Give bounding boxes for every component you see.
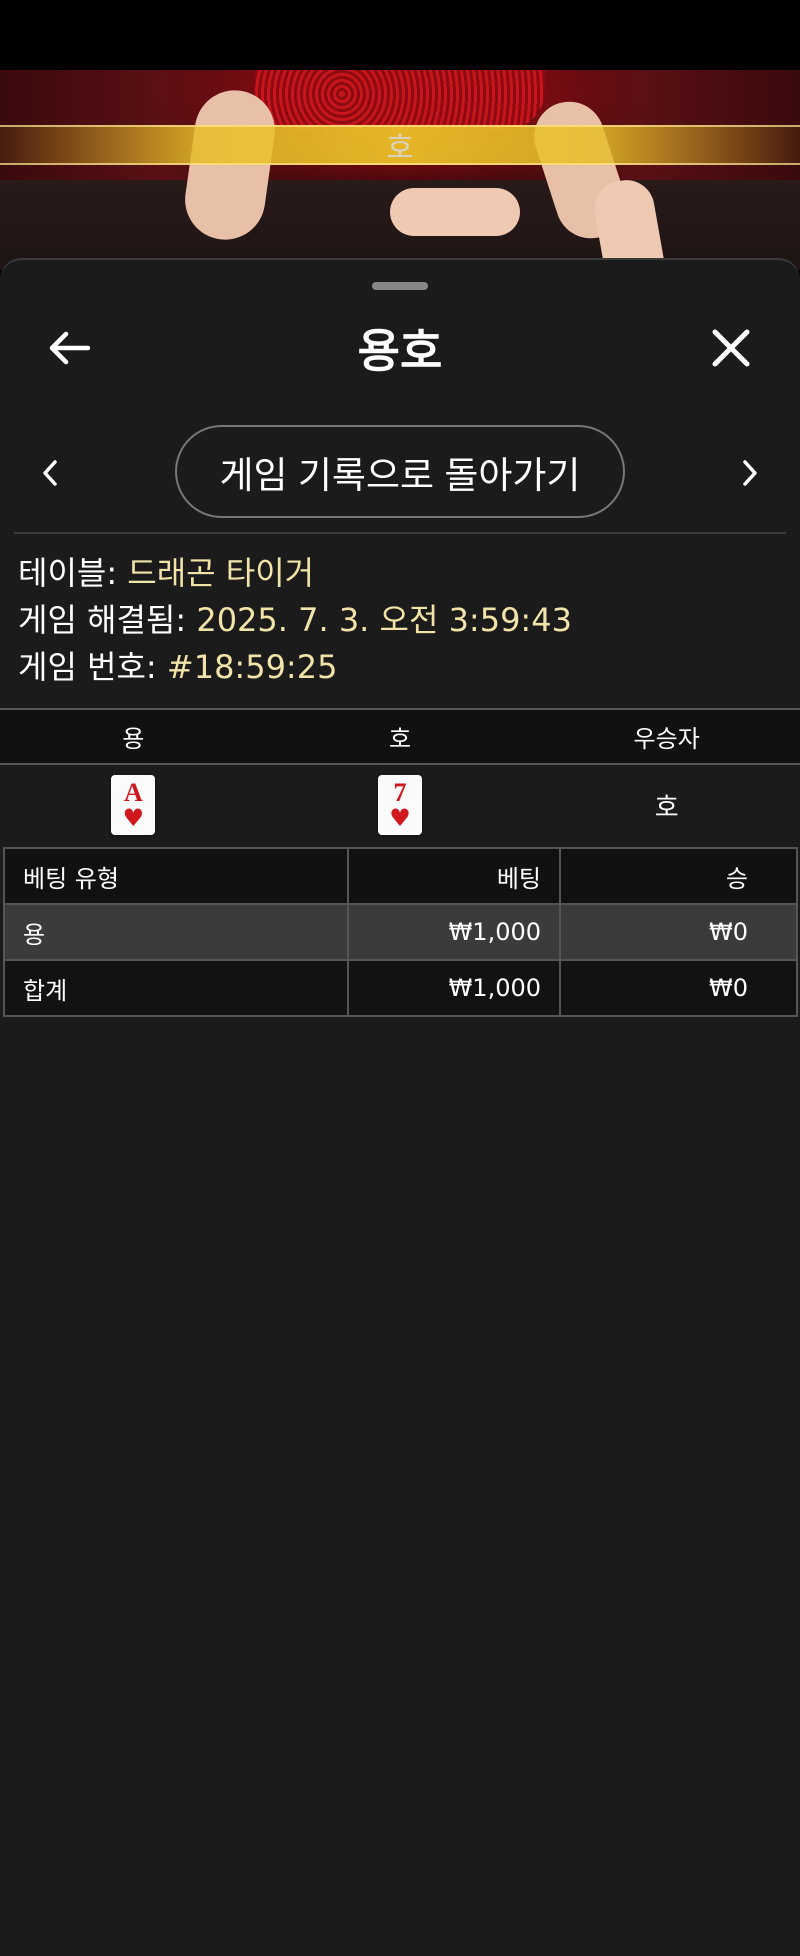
winner-column-header: 우승자: [633, 725, 700, 753]
bet-amount-header: 베팅: [347, 847, 561, 905]
next-game-button[interactable]: [730, 453, 770, 493]
winner-cell: 호: [533, 765, 800, 845]
close-button[interactable]: [706, 323, 756, 373]
bet-table: 베팅 유형 베팅 승 용 ₩1,000 ₩0 합계 ₩1,000 ₩0: [3, 847, 798, 1017]
total-label-cell: 합계: [3, 959, 349, 1017]
total-row: 합계 ₩1,000 ₩0: [3, 959, 798, 1017]
table-row: 용 ₩1,000 ₩0: [3, 903, 798, 961]
game-history-sheet: 용호 게임 기록으로 돌아가기 테이블: 드래곤 타이거 게임 해결됨: 202: [0, 258, 800, 1956]
dragon-column-header: 용: [122, 725, 145, 753]
tiger-column-header: 호: [388, 725, 412, 753]
game-info: 테이블: 드래곤 타이거 게임 해결됨: 2025. 7. 3. 오전 3:59…: [18, 550, 788, 691]
card-rank: A: [123, 778, 143, 807]
total-bet-cell: ₩1,000: [347, 959, 561, 1017]
dragon-card: A ♥: [111, 775, 156, 835]
sheet-drag-handle[interactable]: [372, 282, 428, 290]
dealer-dress: [255, 70, 545, 130]
sheet-header: 용호: [0, 305, 800, 391]
table-info-row: 테이블: 드래곤 타이거: [18, 550, 788, 597]
bet-header-row: 베팅 유형 베팅 승: [3, 847, 798, 905]
game-navigation: 게임 기록으로 돌아가기: [0, 425, 800, 520]
resolved-value: 2025. 7. 3. 오전 3:59:43: [196, 601, 572, 639]
result-row: A ♥ 7 ♥ 호: [0, 765, 800, 845]
resolved-label: 게임 해결됨:: [18, 601, 187, 639]
resolved-info-row: 게임 해결됨: 2025. 7. 3. 오전 3:59:43: [18, 597, 788, 644]
heart-suit-icon: ♥: [389, 804, 411, 832]
total-win-cell: ₩0: [559, 959, 798, 1017]
tiger-card: 7 ♥: [378, 775, 422, 835]
back-button[interactable]: [44, 325, 94, 371]
result-header-row: 용 호 우승자: [0, 708, 800, 765]
bet-type-header: 베팅 유형: [3, 847, 349, 905]
card-rank: 7: [393, 778, 407, 807]
winner-value: 호: [654, 792, 679, 823]
chevron-right-icon: [743, 460, 757, 486]
heart-suit-icon: ♥: [122, 804, 145, 832]
previous-game-button[interactable]: [30, 453, 70, 493]
close-icon: [712, 329, 750, 367]
live-video-background: 호: [0, 70, 800, 270]
tiger-card-cell: 7 ♥: [267, 765, 534, 845]
back-to-history-button[interactable]: 게임 기록으로 돌아가기: [175, 425, 625, 518]
dragon-card-cell: A ♥: [0, 765, 267, 845]
table-value: 드래곤 타이거: [127, 554, 315, 592]
win-amount-cell: ₩0: [559, 903, 798, 961]
game-number-value: #18:59:25: [166, 648, 338, 686]
status-bar: [0, 0, 800, 70]
chevron-left-icon: [43, 460, 57, 486]
table-label: 테이블:: [18, 554, 118, 592]
result-banner: 호: [0, 125, 800, 166]
win-amount-header: 승: [559, 847, 798, 905]
divider: [14, 532, 786, 534]
bet-amount-cell: ₩1,000: [347, 903, 561, 961]
dealer-hand-left: [390, 188, 520, 236]
page-title: 용호: [357, 324, 443, 378]
game-number-row: 게임 번호: #18:59:25: [18, 644, 788, 691]
bet-type-cell: 용: [3, 903, 349, 961]
result-table: 용 호 우승자 A ♥ 7 ♥ 호: [0, 708, 800, 845]
game-number-label: 게임 번호:: [18, 648, 157, 686]
arrow-left-icon: [49, 331, 90, 365]
